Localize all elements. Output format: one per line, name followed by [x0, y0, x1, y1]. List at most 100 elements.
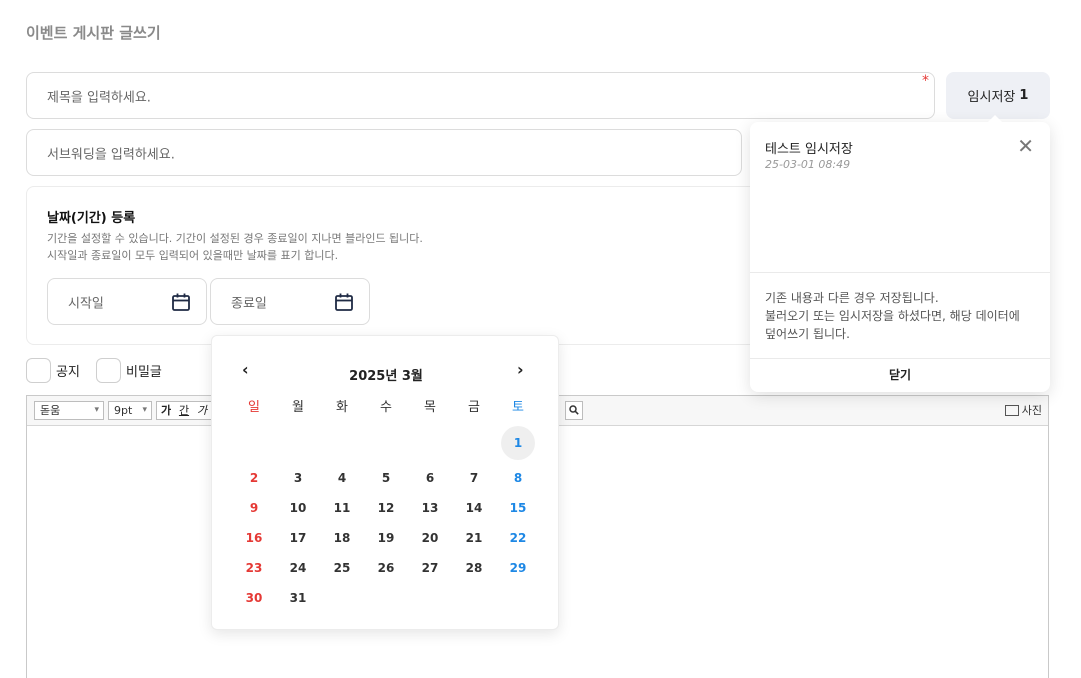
calendar-day[interactable]: 31	[276, 583, 320, 613]
weekday-header: 금	[468, 400, 480, 415]
temp-save-label: 임시저장	[967, 90, 1016, 105]
popup-close-button[interactable]: 닫기	[750, 366, 1050, 383]
calendar-day[interactable]: 3	[276, 463, 320, 493]
calendar-empty-cell	[408, 583, 452, 613]
calendar-day[interactable]: 15	[496, 493, 540, 523]
calendar-day[interactable]: 28	[452, 553, 496, 583]
popup-divider	[750, 272, 1050, 273]
subtitle-placeholder: 서브워딩을 입력하세요.	[47, 147, 175, 162]
photo-icon	[1004, 404, 1019, 416]
calendar-icon[interactable]	[334, 292, 354, 312]
calendar-day-number: 22	[509, 531, 527, 545]
italic-button[interactable]: 가	[193, 402, 211, 419]
date-section: 날짜(기간) 등록 기간을 설정할 수 있습니다. 기간이 설정된 경우 종료일…	[26, 186, 766, 345]
calendar-week: 16 17 18 19 20 21 22	[232, 523, 540, 553]
calendar-day-number: 7	[469, 471, 479, 485]
calendar-empty-cell	[320, 583, 364, 613]
calendar-icon[interactable]	[171, 292, 191, 312]
font-select[interactable]: 돋움	[34, 401, 104, 420]
calendar-day-number: 16	[245, 531, 263, 545]
secret-checkbox[interactable]	[96, 358, 121, 383]
calendar-day[interactable]: 6	[408, 463, 452, 493]
calendar-day[interactable]: 24	[276, 553, 320, 583]
next-month-button[interactable]: ›	[517, 360, 524, 379]
calendar-day[interactable]: 14	[452, 493, 496, 523]
popup-message-2: 불러오기 또는 임시저장을 하셨다면, 해당 데이터에	[765, 309, 1020, 323]
calendar-day[interactable]: 8	[496, 463, 540, 493]
photo-button[interactable]: 사진	[1004, 402, 1042, 418]
secret-label: 비밀글	[126, 365, 162, 380]
end-date-field[interactable]: 종료일	[210, 278, 370, 325]
start-date-field[interactable]: 시작일	[47, 278, 207, 325]
calendar-day[interactable]: 10	[276, 493, 320, 523]
calendar-day[interactable]: 23	[232, 553, 276, 583]
calendar-day[interactable]: 11	[320, 493, 364, 523]
weekday-header: 화	[336, 400, 348, 415]
calendar-weekdays: 일월화수목금토	[232, 396, 540, 426]
calendar-day[interactable]: 29	[496, 553, 540, 583]
calendar-day[interactable]: 16	[232, 523, 276, 553]
calendar-day[interactable]: 22	[496, 523, 540, 553]
calendar-day-number: 12	[377, 501, 395, 515]
calendar-empty-cell	[320, 426, 364, 463]
calendar-today: 1	[501, 426, 535, 460]
calendar-day[interactable]: 18	[320, 523, 364, 553]
calendar-day[interactable]: 20	[408, 523, 452, 553]
calendar-day[interactable]: 21	[452, 523, 496, 553]
calendar-days: 1 2 3 4 5 6 7 8 9 10 11 12 13 14 15 16 17 18 19 20 21 22 23 24 2…	[232, 426, 540, 613]
calendar-day[interactable]: 1	[496, 426, 540, 463]
calendar-day[interactable]: 9	[232, 493, 276, 523]
calendar-day-number: 25	[333, 561, 351, 575]
calendar-week: 30 31	[232, 583, 540, 613]
calendar-day-number: 23	[245, 561, 263, 575]
temp-save-button[interactable]: 임시저장 1	[946, 72, 1050, 119]
calendar-day[interactable]: 19	[364, 523, 408, 553]
date-heading: 날짜(기간) 등록	[47, 211, 136, 226]
calendar-day-number: 24	[289, 561, 307, 575]
calendar-empty-cell	[276, 426, 320, 463]
calendar-day-number: 14	[465, 501, 483, 515]
page-title: 이벤트 게시판 글쓰기	[26, 24, 161, 42]
calendar-day[interactable]: 26	[364, 553, 408, 583]
calendar-day-number: 31	[289, 591, 307, 605]
subtitle-input[interactable]: 서브워딩을 입력하세요.	[26, 129, 742, 176]
bold-button[interactable]: 가	[157, 402, 175, 419]
weekday-header: 수	[380, 400, 392, 415]
calendar-day[interactable]: 30	[232, 583, 276, 613]
calendar-week: 2 3 4 5 6 7 8	[232, 463, 540, 493]
calendar-day-number: 17	[289, 531, 307, 545]
calendar-day-number: 21	[465, 531, 483, 545]
date-picker-calendar: ‹ 2025년 3월 › 일월화수목금토 1 2 3 4 5 6 7 8 9 10 11 12 13 14…	[211, 335, 559, 630]
close-icon[interactable]: ✕	[1017, 136, 1034, 156]
notice-checkbox[interactable]	[26, 358, 51, 383]
font-size-select[interactable]: 9pt	[108, 401, 152, 420]
calendar-day[interactable]: 27	[408, 553, 452, 583]
calendar-day[interactable]: 5	[364, 463, 408, 493]
calendar-day-number: 8	[513, 471, 523, 485]
calendar-day-number: 19	[377, 531, 395, 545]
calendar-day-number: 6	[425, 471, 435, 485]
popup-message-3: 덮어쓰기 됩니다.	[765, 327, 850, 341]
secret-option[interactable]: 비밀글	[96, 358, 162, 383]
calendar-day[interactable]: 4	[320, 463, 364, 493]
calendar-day-number: 5	[381, 471, 391, 485]
calendar-day[interactable]: 25	[320, 553, 364, 583]
magnifier-icon[interactable]	[565, 401, 583, 420]
calendar-day[interactable]: 7	[452, 463, 496, 493]
calendar-day-number: 20	[421, 531, 439, 545]
calendar-day[interactable]: 13	[408, 493, 452, 523]
title-input[interactable]: 제목을 입력하세요. *	[26, 72, 935, 119]
date-description-2: 시작일과 종료일이 모두 입력되어 있을때만 날짜를 표기 합니다.	[47, 249, 339, 262]
underline-button[interactable]: 간	[175, 402, 193, 419]
temp-item-title[interactable]: 테스트 임시저장	[765, 138, 853, 157]
calendar-grid: 일월화수목금토 1 2 3 4 5 6 7 8 9 10 11 12 13 14 15 16 17 18 19 20 2…	[232, 396, 540, 613]
title-placeholder: 제목을 입력하세요.	[47, 90, 151, 105]
notice-label: 공지	[56, 365, 80, 380]
calendar-day-number: 30	[245, 591, 263, 605]
calendar-empty-cell	[364, 583, 408, 613]
calendar-day-number: 18	[333, 531, 351, 545]
calendar-day[interactable]: 2	[232, 463, 276, 493]
calendar-day[interactable]: 17	[276, 523, 320, 553]
notice-option[interactable]: 공지	[26, 358, 80, 383]
calendar-day[interactable]: 12	[364, 493, 408, 523]
